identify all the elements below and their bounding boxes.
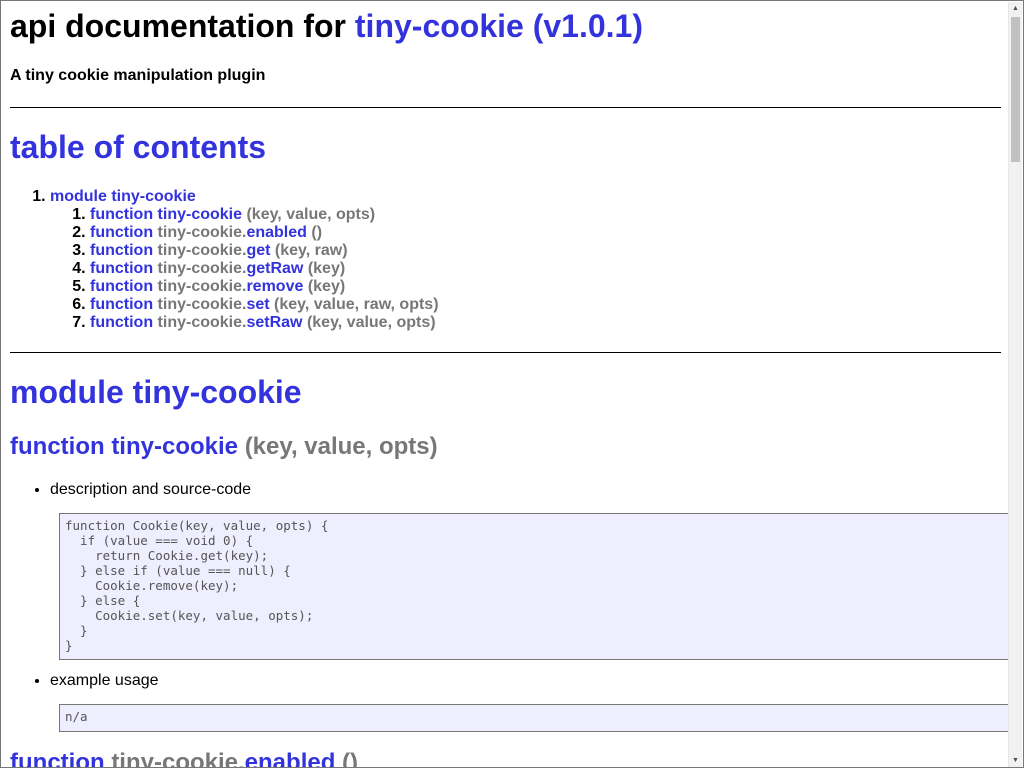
- function-keyword-link[interactable]: function: [10, 749, 105, 767]
- toc-function-args: (key, value, raw, opts): [274, 296, 439, 313]
- vertical-scrollbar[interactable]: ▲ ▼: [1008, 2, 1022, 767]
- toc-function-name-link[interactable]: getRaw: [246, 260, 303, 277]
- toc-function-prefix: tiny-cookie.: [157, 296, 247, 313]
- toc-function-args: (): [311, 224, 323, 241]
- toc-function-keyword-link[interactable]: function: [90, 224, 153, 241]
- function-prefix: tiny-cookie.: [111, 749, 245, 768]
- page-title-link[interactable]: tiny-cookie (v1.0.1): [355, 8, 643, 44]
- document-frame: api documentation for tiny-cookie (v1.0.…: [0, 0, 1024, 768]
- toc-function-keyword-link[interactable]: function: [90, 260, 153, 277]
- toc-module-item: module tiny-cookie function tiny-cookie …: [50, 188, 439, 332]
- divider: [10, 352, 1001, 353]
- package-description: A tiny cookie manipulation plugin: [10, 67, 266, 84]
- toc-function-prefix: tiny-cookie.: [157, 314, 247, 331]
- toc-function-item: function tiny-cookie.getRaw (key): [90, 260, 439, 278]
- source-label-item: description and source-code: [50, 481, 251, 499]
- toc-function-list: function tiny-cookie (key, value, opts)f…: [50, 206, 439, 332]
- toc-function-args: (key, value, opts): [246, 206, 376, 223]
- toc-function-prefix: tiny-cookie.: [157, 278, 247, 295]
- example-label-item: example usage: [50, 672, 159, 690]
- toc-function-item: function tiny-cookie (key, value, opts): [90, 206, 439, 224]
- toc-function-item: function tiny-cookie.remove (key): [90, 278, 439, 296]
- toc-function-args: (key, value, opts): [306, 314, 436, 331]
- function-keyword-link[interactable]: function: [10, 433, 105, 460]
- toc-function-keyword-link[interactable]: function: [90, 296, 153, 313]
- toc-heading: table of contents: [10, 129, 267, 165]
- toc-function-prefix: tiny-cookie.: [157, 224, 247, 241]
- example-code-block: n/a: [59, 704, 1009, 732]
- toc-function-args: (key, raw): [274, 242, 348, 259]
- toc-function-name-link[interactable]: tiny-cookie: [158, 206, 242, 223]
- toc-function-prefix: tiny-cookie.: [157, 242, 247, 259]
- triangle-up-icon[interactable]: ▲: [1009, 2, 1022, 16]
- toc-function-prefix: tiny-cookie.: [157, 260, 247, 277]
- function-details-list: description and source-code: [10, 481, 251, 499]
- toc-function-name-link[interactable]: get: [246, 242, 270, 259]
- toc-function-item: function tiny-cookie.enabled (): [90, 224, 439, 242]
- toc-function-name-link[interactable]: setRaw: [246, 314, 302, 331]
- toc-function-name-link[interactable]: enabled: [246, 224, 306, 241]
- divider: [10, 107, 1001, 108]
- toc-function-keyword-link[interactable]: function: [90, 242, 153, 259]
- toc-function-keyword-link[interactable]: function: [90, 314, 153, 331]
- toc-function-item: function tiny-cookie.setRaw (key, value,…: [90, 314, 439, 332]
- triangle-down-icon[interactable]: ▼: [1009, 754, 1022, 767]
- page-title: api documentation for tiny-cookie (v1.0.…: [10, 8, 643, 45]
- function-signature: (): [342, 749, 359, 768]
- toc-module-link[interactable]: module tiny-cookie: [50, 188, 196, 205]
- module-heading: module tiny-cookie: [10, 374, 302, 410]
- toc-function-name-link[interactable]: remove: [246, 278, 303, 295]
- toc-function-name-link[interactable]: set: [246, 296, 269, 313]
- function-heading: function tiny-cookie.enabled (): [10, 749, 359, 768]
- toc-function-args: (key): [307, 260, 346, 277]
- toc-function-keyword-link[interactable]: function: [90, 206, 153, 223]
- function-name-link[interactable]: enabled: [245, 749, 336, 767]
- source-code-block: function Cookie(key, value, opts) { if (…: [59, 513, 1009, 660]
- function-heading: function tiny-cookie (key, value, opts): [10, 433, 438, 461]
- page-title-prefix: api documentation for: [10, 8, 355, 44]
- toc-function-item: function tiny-cookie.get (key, raw): [90, 242, 439, 260]
- toc-list: module tiny-cookie function tiny-cookie …: [10, 188, 439, 332]
- function-name-link[interactable]: tiny-cookie: [111, 433, 238, 460]
- function-signature: (key, value, opts): [244, 433, 438, 460]
- example-details-list: example usage: [10, 672, 159, 690]
- scrollbar-thumb[interactable]: [1011, 17, 1020, 162]
- toc-function-item: function tiny-cookie.set (key, value, ra…: [90, 296, 439, 314]
- toc-function-keyword-link[interactable]: function: [90, 278, 153, 295]
- toc-function-args: (key): [307, 278, 346, 295]
